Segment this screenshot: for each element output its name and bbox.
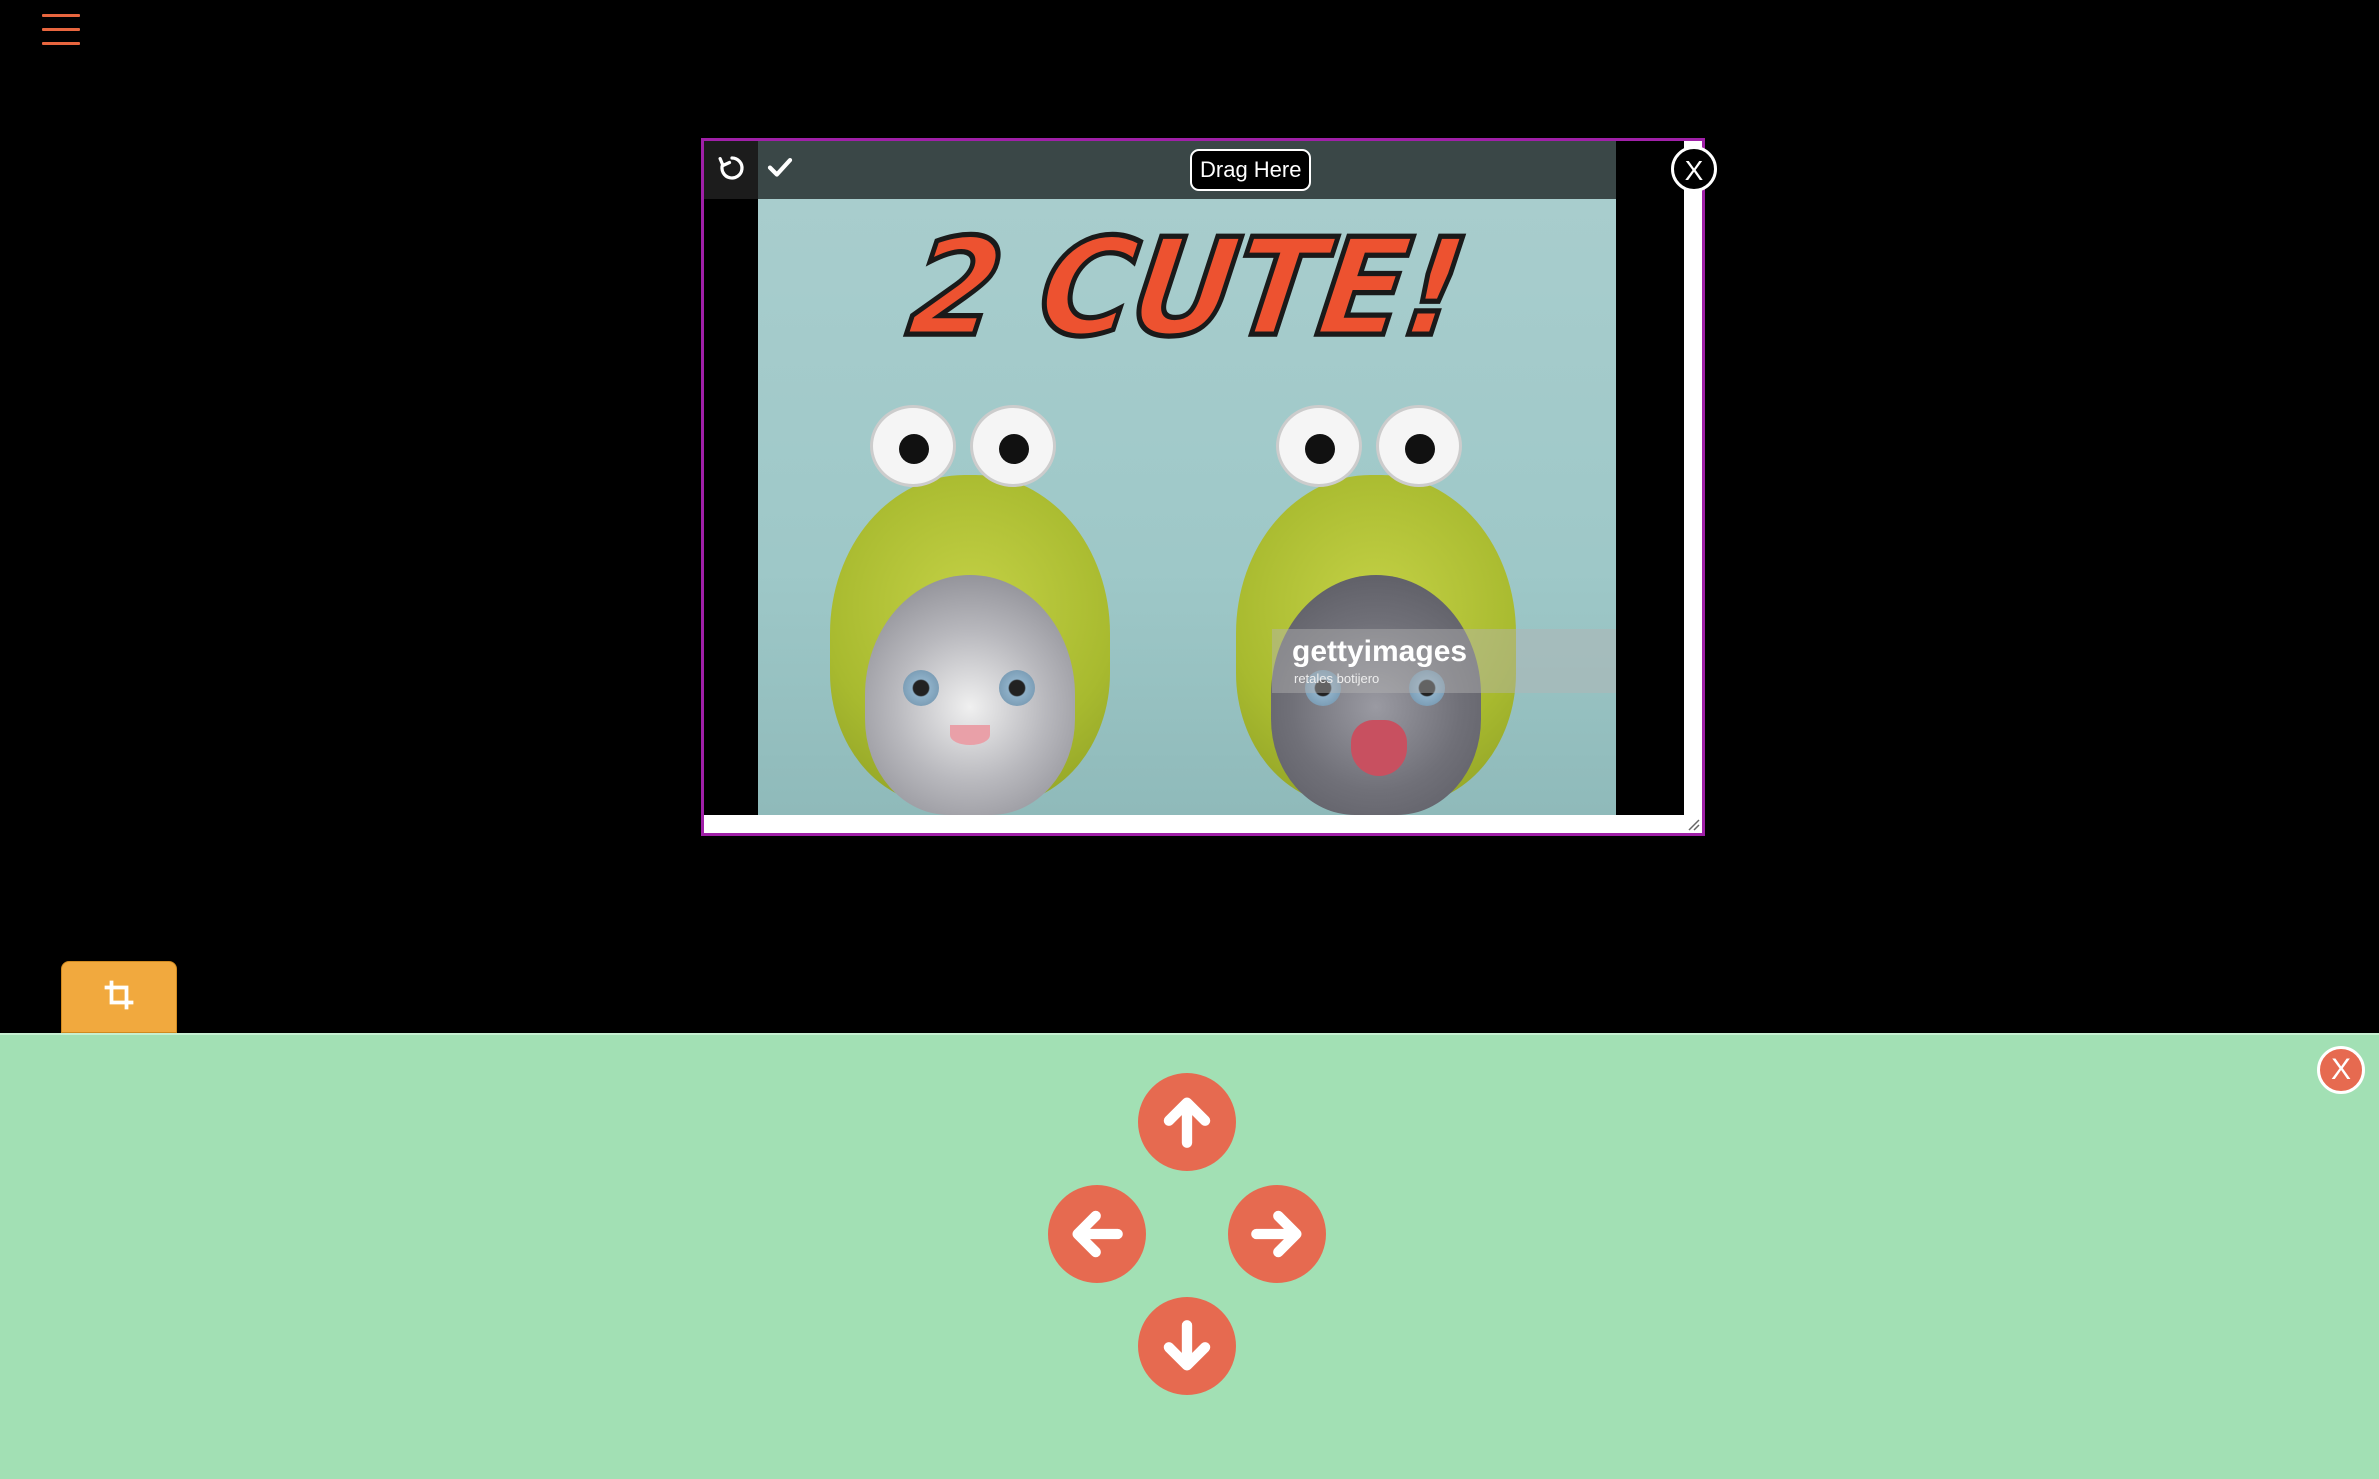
down-arrow-icon[interactable] <box>1138 1297 1236 1395</box>
resize-grip-icon[interactable] <box>1686 817 1700 831</box>
photo-title-text: 2 CUTE! <box>898 208 1476 370</box>
kitten-right <box>1226 405 1526 815</box>
watermark: gettyimages retales botijero <box>1272 629 1616 693</box>
up-arrow-icon[interactable] <box>1138 1073 1236 1171</box>
crop-tab-button[interactable] <box>61 961 177 1033</box>
kittens-photo: 2 CUTE! gettyimages retales botijero <box>758 199 1616 815</box>
close-viewer-button[interactable]: X <box>1671 146 1717 192</box>
checkmark-icon[interactable] <box>760 147 800 187</box>
hamburger-menu-icon[interactable] <box>42 14 80 50</box>
close-panel-button[interactable]: X <box>2317 1046 2365 1094</box>
viewer-content: Drag Here X 2 CUTE! gettyimages retales … <box>704 141 1717 815</box>
image-viewer-window: Drag Here X 2 CUTE! gettyimages retales … <box>701 138 1717 836</box>
navigation-panel: X <box>0 1033 2379 1479</box>
crop-icon <box>104 980 134 1015</box>
left-arrow-icon[interactable] <box>1048 1185 1146 1283</box>
kitten-left <box>820 405 1120 815</box>
right-arrow-icon[interactable] <box>1228 1185 1326 1283</box>
viewer-tool-strip <box>704 141 758 199</box>
watermark-main-text: gettyimages <box>1292 635 1468 668</box>
drag-handle[interactable]: Drag Here <box>1190 149 1312 191</box>
watermark-sub-text: retales botijero <box>1294 671 1380 686</box>
viewer-toolbar: Drag Here X <box>758 141 1717 199</box>
rotate-icon[interactable] <box>712 148 752 188</box>
